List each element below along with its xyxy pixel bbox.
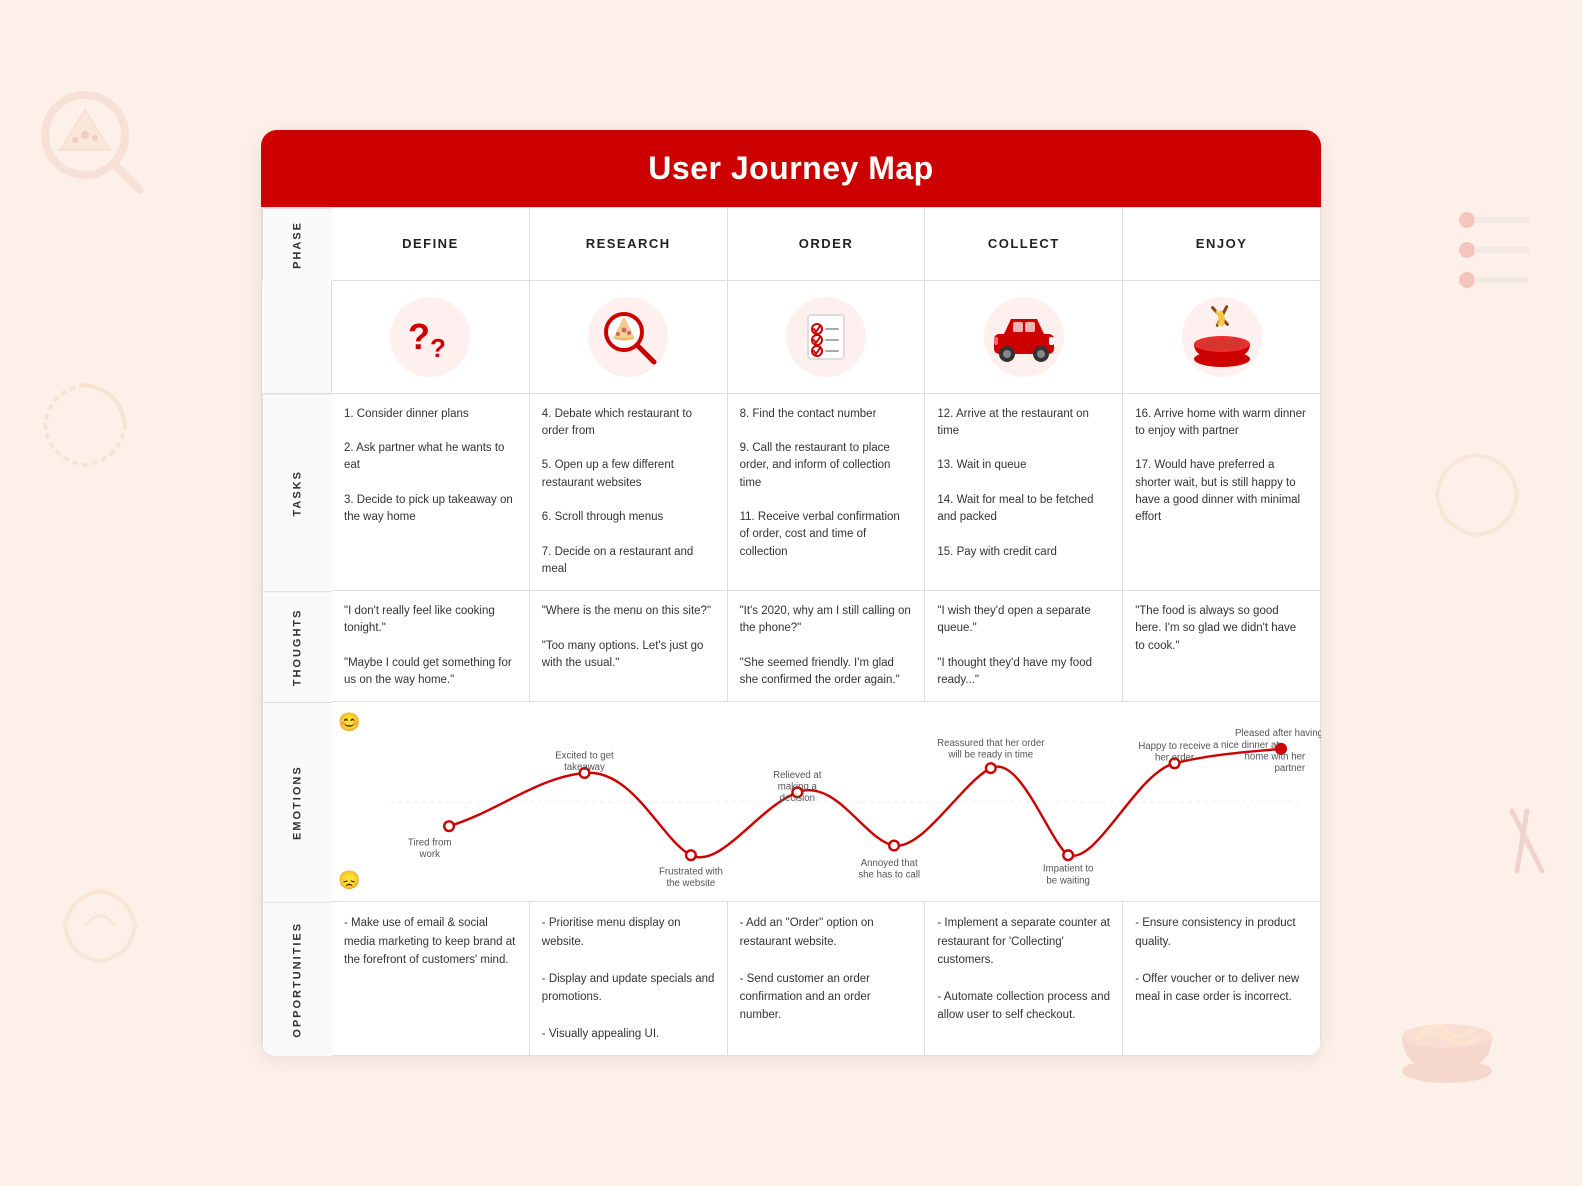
happy-emoji: 😊 [338, 712, 360, 733]
emotions-chart: 😊 😞 Tired from [332, 702, 1321, 902]
page-title: User Journey Map [281, 150, 1301, 187]
phase-define: DEFINE [332, 208, 530, 281]
svg-text:Happy to receive: Happy to receive [1138, 741, 1210, 752]
svg-text:takeaway: takeaway [564, 763, 605, 774]
phase-collect: COLLECT [925, 208, 1123, 281]
tasks-define: 1. Consider dinner plans 2. Ask partner … [332, 394, 530, 592]
car-icon [989, 309, 1059, 364]
svg-text:Relieved at: Relieved at [773, 770, 822, 781]
checklist-icon [796, 307, 856, 367]
phase-enjoy-icon-cell [1123, 281, 1321, 394]
phase-icon-row-label [262, 281, 332, 394]
svg-text:partner: partner [1275, 763, 1306, 774]
emotions-line-chart: Tired from work Excited to get takeaway … [362, 712, 1310, 892]
define-icon-circle: ? ? [390, 297, 470, 377]
order-icon-circle [786, 297, 866, 377]
thoughts-row-label: THOUGHTS [262, 591, 332, 702]
thoughts-research: "Where is the menu on this site?" "Too m… [530, 591, 728, 702]
svg-text:Reassured that her order: Reassured that her order [937, 738, 1045, 749]
phase-define-icon-cell: ? ? [332, 281, 530, 394]
phase-research-icon-cell [530, 281, 728, 394]
svg-text:Annoyed that: Annoyed that [861, 858, 918, 869]
thoughts-enjoy: "The food is always so good here. I'm so… [1123, 591, 1321, 702]
tasks-collect: 12. Arrive at the restaurant on time 13.… [925, 394, 1123, 592]
phase-row-label: PHASE [262, 208, 332, 281]
header: User Journey Map [261, 130, 1321, 207]
phase-order-icon-cell [728, 281, 926, 394]
opportunities-research: - Prioritise menu display on website. - … [530, 902, 728, 1056]
svg-text:Excited to get: Excited to get [555, 751, 614, 762]
sad-emoji: 😞 [338, 870, 360, 891]
opportunities-define: - Make use of email & social media marke… [332, 902, 530, 1056]
svg-text:Tired from: Tired from [408, 838, 452, 849]
tasks-order: 8. Find the contact number 9. Call the r… [728, 394, 926, 592]
svg-text:making a: making a [778, 782, 818, 793]
thoughts-define: "I don't really feel like cooking tonigh… [332, 591, 530, 702]
svg-text:decision: decision [780, 793, 815, 804]
svg-text:she has to call: she has to call [858, 870, 920, 881]
svg-text:her order: her order [1155, 753, 1195, 764]
svg-text:Frustrated with: Frustrated with [659, 867, 723, 878]
opportunities-enjoy: - Ensure consistency in product quality.… [1123, 902, 1321, 1056]
question-marks-icon: ? ? [400, 307, 460, 367]
ramen-bowl-icon [1187, 304, 1257, 369]
svg-text:?: ? [430, 333, 446, 363]
opportunities-order: - Add an "Order" option on restaurant we… [728, 902, 926, 1056]
tasks-research: 4. Debate which restaurant to order from… [530, 394, 728, 592]
svg-text:Pleased after having: Pleased after having [1235, 729, 1321, 740]
opportunities-collect: - Implement a separate counter at restau… [925, 902, 1123, 1056]
opportunities-row-label: OPPORTUNITIES [262, 902, 332, 1056]
thoughts-order: "It's 2020, why am I still calling on th… [728, 591, 926, 702]
tasks-enjoy: 16. Arrive home with warm dinner to enjo… [1123, 394, 1321, 592]
thoughts-collect: "I wish they'd open a separate queue." "… [925, 591, 1123, 702]
svg-text:?: ? [408, 316, 430, 357]
research-icon-circle [588, 297, 668, 377]
phase-research: RESEARCH [530, 208, 728, 281]
svg-text:home with her: home with her [1245, 752, 1306, 763]
tasks-row-label: TASKS [262, 394, 332, 592]
svg-text:the website: the website [666, 879, 715, 890]
svg-text:Impatient to: Impatient to [1043, 864, 1093, 875]
emotions-row-label: EMOTIONS [262, 702, 332, 902]
magnifier-icon [596, 304, 661, 369]
phase-order: ORDER [728, 208, 926, 281]
collect-icon-circle [984, 297, 1064, 377]
journey-map-table: PHASE DEFINE RESEARCH ORDER COLLECT ENJO… [261, 207, 1321, 1056]
svg-text:work: work [419, 850, 441, 861]
phase-enjoy: ENJOY [1123, 208, 1321, 281]
phase-collect-icon-cell [925, 281, 1123, 394]
enjoy-icon-circle [1182, 297, 1262, 377]
svg-text:a nice dinner at: a nice dinner at [1213, 740, 1279, 751]
svg-text:be waiting: be waiting [1046, 876, 1089, 887]
main-card: User Journey Map PHASE DEFINE RESEARCH O… [261, 130, 1321, 1056]
svg-text:will be ready in time: will be ready in time [947, 750, 1033, 761]
